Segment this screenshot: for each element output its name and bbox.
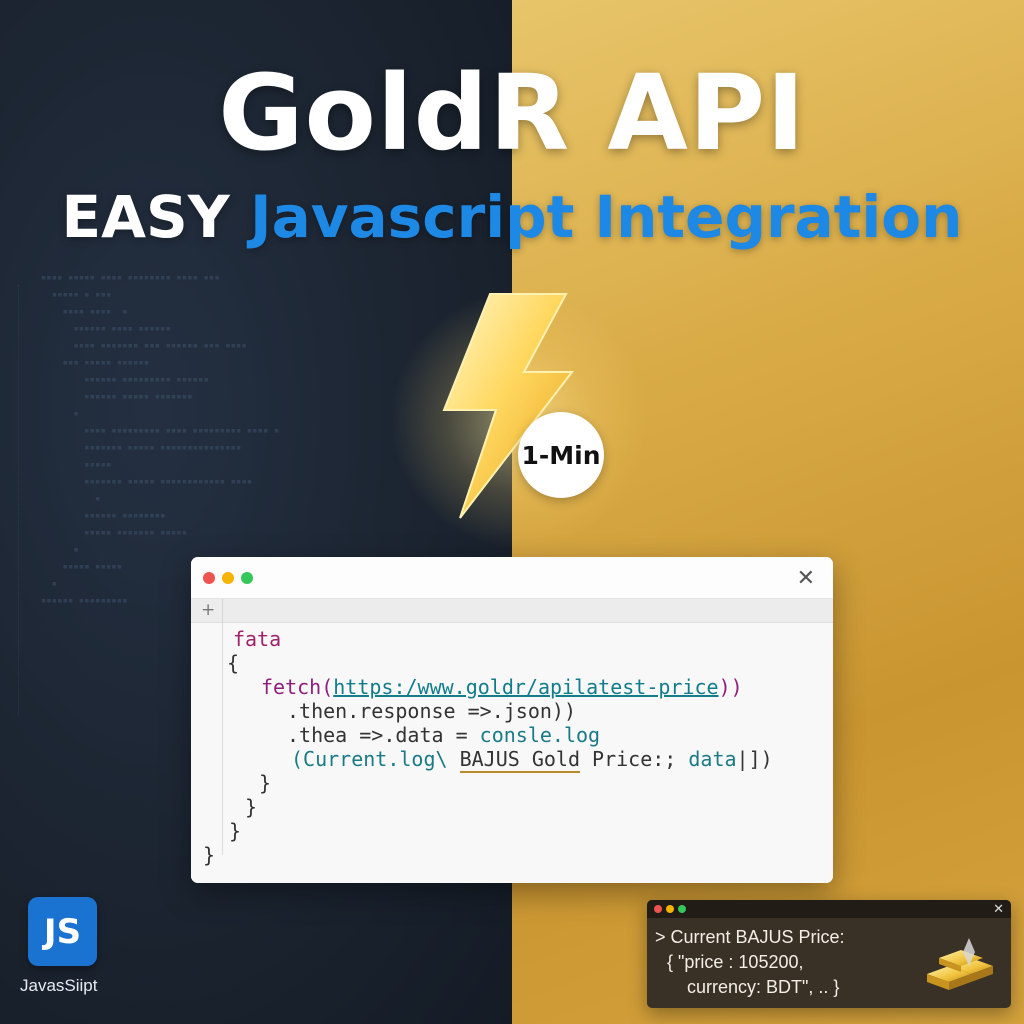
code-price: Price:; bbox=[580, 747, 689, 771]
code-line-8: } bbox=[245, 795, 258, 819]
window-close-dot[interactable] bbox=[203, 572, 215, 584]
console-line-2: { "price : 105200, bbox=[667, 952, 804, 972]
code-line-6: (Current.log\ BAJUS Gold Price:; data|]) bbox=[291, 747, 773, 773]
code-line-1: fata bbox=[233, 627, 282, 651]
code-line-7: } bbox=[259, 771, 272, 795]
javascript-logo: JS bbox=[28, 897, 97, 966]
code-console-log: consle.log bbox=[479, 723, 601, 747]
console-maximize-dot[interactable] bbox=[678, 905, 686, 913]
time-badge: 1-Min bbox=[518, 412, 604, 498]
console-line-3: currency: BDT", .. } bbox=[687, 977, 840, 997]
code-url: https:/www.goldr/apilatest-price bbox=[333, 675, 719, 699]
console-line-1: > Current BAJUS Price: bbox=[655, 927, 845, 947]
page-subtitle: EASY Javascript Integration bbox=[0, 183, 1024, 251]
code-line-2: { bbox=[227, 651, 240, 675]
gold-bars-icon bbox=[927, 938, 993, 990]
new-tab-button[interactable]: + bbox=[201, 600, 215, 620]
console-titlebar: ✕ bbox=[647, 900, 1011, 918]
code-close-paren: |]) bbox=[736, 747, 773, 771]
code-line-5: .thea =>.data = consle.log bbox=[287, 723, 600, 747]
close-icon[interactable]: ✕ bbox=[993, 901, 1004, 917]
code-fetch: fetch( bbox=[261, 675, 334, 699]
code-window-titlebar: ✕ bbox=[191, 557, 833, 599]
editor-tab-bar: + bbox=[191, 599, 833, 623]
subtitle-integration: Javascript Integration bbox=[250, 183, 963, 251]
console-output-window: ✕ > Current BAJUS Price: { "price : 1052… bbox=[647, 900, 1011, 1008]
editor-gutter bbox=[222, 623, 223, 855]
code-fetch-end: )) bbox=[718, 675, 743, 699]
console-close-dot[interactable] bbox=[654, 905, 662, 913]
console-minimize-dot[interactable] bbox=[666, 905, 674, 913]
close-icon[interactable]: ✕ bbox=[797, 566, 815, 591]
code-line-3: fetch(https:/www.goldr/apilatest-price)) bbox=[261, 675, 743, 699]
tab-separator bbox=[222, 599, 223, 623]
code-line-4: .then.response =>.json)) bbox=[287, 699, 576, 723]
window-minimize-dot[interactable] bbox=[222, 572, 234, 584]
code-data: data bbox=[688, 747, 737, 771]
code-line-10: } bbox=[203, 843, 216, 867]
code-then: .thea =>.data = bbox=[287, 723, 480, 747]
code-editor[interactable]: fata { fetch(https:/www.goldr/apilatest-… bbox=[191, 623, 833, 883]
subtitle-easy: EASY bbox=[61, 183, 230, 251]
javascript-logo-label: JavasSiipt bbox=[20, 976, 98, 995]
page-title: GoldR API bbox=[218, 52, 806, 174]
code-bajus-gold: BAJUS Gold bbox=[459, 747, 580, 773]
code-current-log: (Current.log\ bbox=[291, 747, 460, 771]
code-editor-window: ✕ + fata { fetch(https:/www.goldr/apilat… bbox=[191, 557, 833, 883]
code-line-9: } bbox=[229, 819, 242, 843]
window-maximize-dot[interactable] bbox=[241, 572, 253, 584]
